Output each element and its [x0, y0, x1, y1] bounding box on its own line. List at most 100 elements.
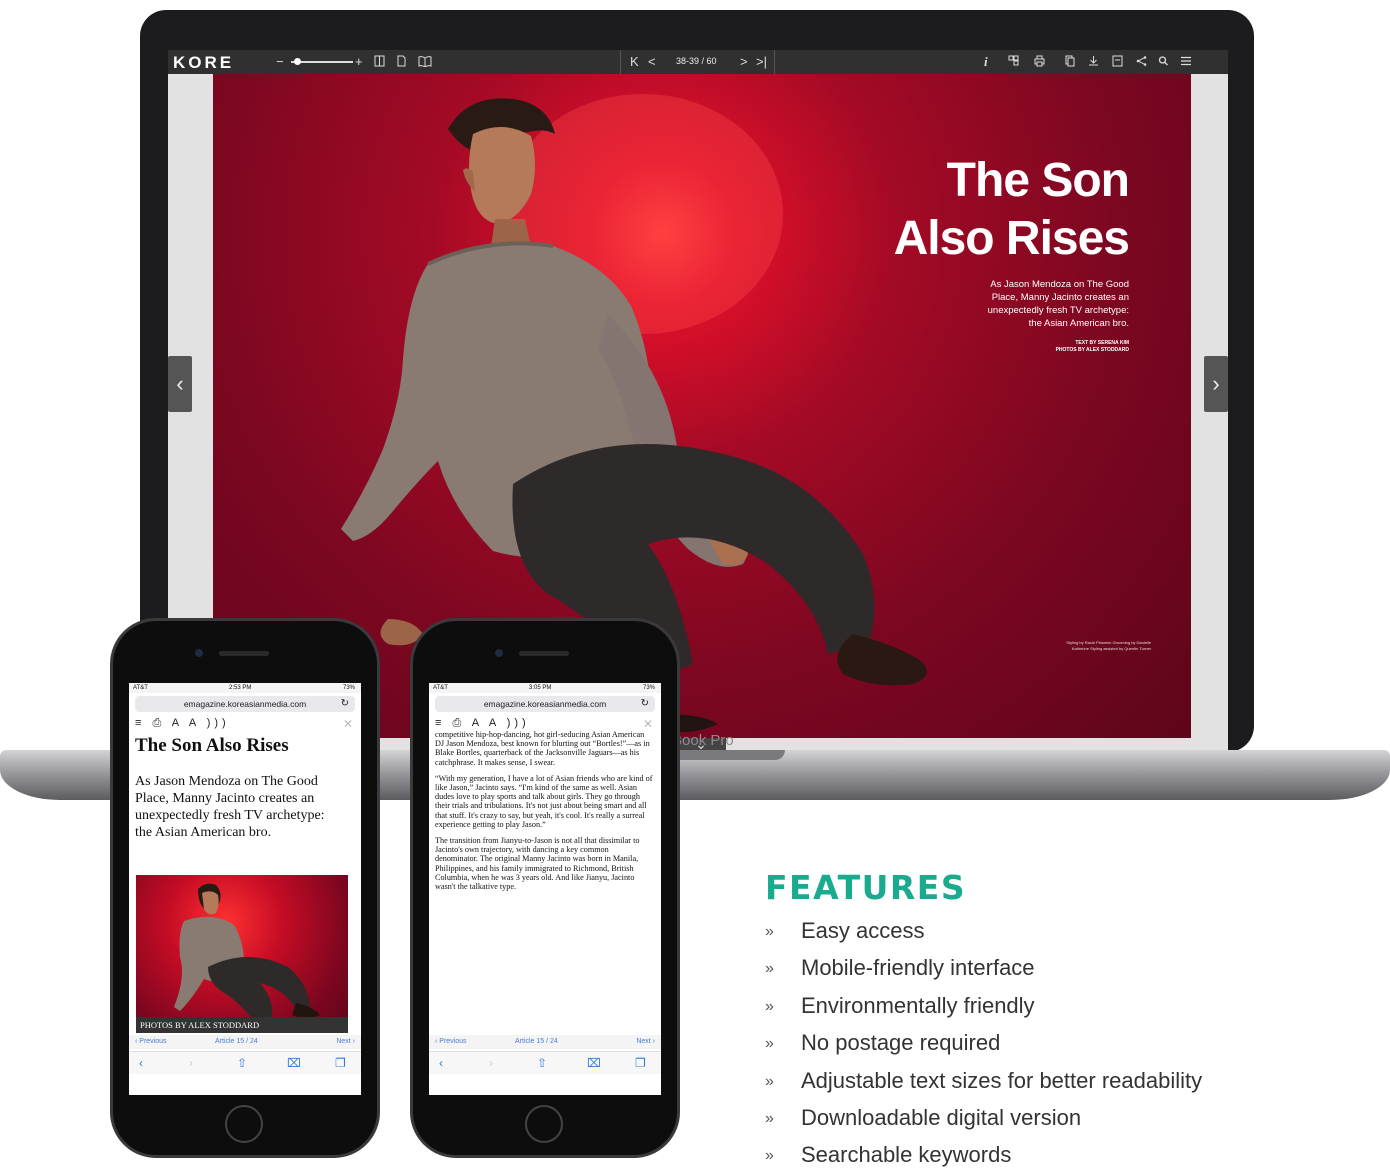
bullet-icon: » [765, 960, 774, 978]
article-navigation: ‹ Previous Article 15 / 24 Next › [429, 1035, 661, 1049]
carrier-label: AT&T [133, 685, 148, 691]
address-bar[interactable]: emagazine.koreasianmedia.com ↻ [435, 696, 655, 712]
next-page-button[interactable]: > [740, 53, 748, 71]
address-bar[interactable]: emagazine.koreasianmedia.com ↻ [135, 696, 355, 712]
bookmark-icon[interactable] [1112, 55, 1123, 67]
back-icon[interactable]: ‹ [139, 1056, 143, 1070]
bullet-icon: » [765, 923, 774, 940]
photo-credit: PHOTOS BY ALEX STODDARD [1055, 347, 1129, 353]
forward-icon[interactable]: › [489, 1056, 493, 1070]
close-icon[interactable]: ✕ [643, 717, 653, 731]
next-spread-button[interactable]: › [1204, 356, 1228, 412]
status-time: 2:53 PM [229, 685, 252, 691]
first-page-button[interactable]: K [630, 53, 639, 71]
url-text: emagazine.koreasianmedia.com [483, 699, 607, 709]
tabs-icon[interactable]: ❐ [335, 1056, 346, 1070]
next-article-link[interactable]: Next › [636, 1035, 655, 1049]
feature-item: » Environmentally friendly [765, 989, 1202, 1026]
copy-icon[interactable] [1064, 55, 1075, 67]
article-counter: Article 15 / 24 [515, 1038, 558, 1045]
phone-left: AT&T 2:53 PM 73% emagazine.koreasianmedi… [110, 618, 380, 1158]
zoom-out-button[interactable]: − [276, 53, 284, 71]
article-deck: As Jason Mendoza on The Good Place, Mann… [939, 278, 1129, 330]
forward-icon[interactable]: › [189, 1056, 193, 1070]
qr-code-icon[interactable] [1008, 55, 1019, 67]
share-icon[interactable] [1136, 55, 1147, 67]
battery-label: 73% [642, 685, 655, 691]
features-list: » Easy access » Mobile-friendly interface … [765, 914, 1202, 1176]
body-paragraph: competitive hip-hop-dancing, hot girl-se… [435, 730, 650, 767]
photo-caption: PHOTOS BY ALEX STODDARD [136, 1017, 348, 1033]
last-page-button[interactable]: >| [756, 53, 767, 71]
share-icon[interactable]: ⇧ [237, 1056, 247, 1070]
prev-page-button[interactable]: < [648, 53, 656, 71]
reader-tools[interactable]: ≡ ⎙ A A ))) [435, 717, 530, 730]
article-headline: The Son Also Rises [769, 152, 1130, 268]
deck-line: unexpectedly fresh TV archetype: [987, 305, 1129, 316]
feature-label: Downloadable digital version [801, 1104, 1082, 1130]
single-page-icon[interactable] [396, 55, 407, 67]
toolbar-divider [620, 50, 621, 74]
close-icon[interactable]: ✕ [343, 717, 353, 731]
feature-item: » No postage required [765, 1026, 1202, 1063]
tabs-icon[interactable]: ❐ [635, 1056, 646, 1070]
browser-toolbar: ‹ › ⇧ ⌧ ❐ [129, 1051, 361, 1074]
next-article-link[interactable]: Next › [336, 1035, 355, 1049]
zoom-in-button[interactable]: + [355, 53, 363, 71]
feature-item: » Searchable keywords [765, 1138, 1202, 1175]
reload-icon[interactable]: ↻ [341, 696, 349, 712]
article-credits: TEXT BY SERENA KIM PHOTOS BY ALEX STODDA… [1056, 340, 1129, 354]
double-page-icon[interactable] [418, 55, 432, 67]
previous-article-link[interactable]: ‹ Previous [135, 1035, 167, 1049]
kore-logo: KORE [173, 53, 235, 72]
home-button[interactable] [525, 1105, 563, 1143]
zoom-slider-handle[interactable] [294, 58, 301, 65]
bullet-icon: » [765, 1147, 774, 1165]
feature-label: Easy access [801, 918, 925, 943]
status-bar: AT&T 3:05 PM 73% [429, 683, 661, 693]
status-time: 3:05 PM [529, 685, 552, 691]
previous-article-link[interactable]: ‹ Previous [435, 1035, 467, 1049]
deck-line: As Jason Mendoza on The Good [990, 279, 1129, 290]
bullet-icon: » [765, 1035, 774, 1053]
bullet-icon: » [765, 1109, 774, 1127]
reader-tools[interactable]: ≡ ⎙ A A ))) [135, 717, 230, 730]
status-bar: AT&T 2:53 PM 73% [129, 683, 361, 693]
feature-item: » Easy access [765, 914, 1202, 951]
phone-screen: AT&T 2:53 PM 73% emagazine.koreasianmedi… [129, 683, 361, 1095]
feature-label: Adjustable text sizes for better readabi… [801, 1067, 1203, 1093]
article-navigation: ‹ Previous Article 15 / 24 Next › [129, 1035, 361, 1049]
search-icon[interactable] [1158, 55, 1169, 67]
body-paragraph: The transition from Jianyu-to-Jason is n… [435, 836, 640, 892]
feature-item: » Adjustable text sizes for better readab… [765, 1064, 1202, 1101]
deck-line: the Asian American bro. [1028, 318, 1129, 329]
share-icon[interactable]: ⇧ [537, 1056, 547, 1070]
battery-label: 73% [342, 685, 355, 691]
menu-icon[interactable] [1180, 55, 1192, 67]
features-heading: FEATURES [765, 868, 967, 907]
page-counter: 38-39 / 60 [676, 56, 717, 66]
article-photo: PHOTOS BY ALEX STODDARD [136, 875, 348, 1033]
back-icon[interactable]: ‹ [439, 1056, 443, 1070]
print-icon[interactable] [1034, 55, 1045, 67]
feature-label: Environmentally friendly [801, 992, 1035, 1018]
phone-camera [195, 649, 203, 657]
fit-page-icon[interactable] [374, 55, 385, 67]
deck-line: Place, Manny Jacinto creates an [991, 292, 1129, 303]
reload-icon[interactable]: ↻ [641, 696, 649, 712]
home-button[interactable] [225, 1105, 263, 1143]
feature-label: Searchable keywords [801, 1142, 1012, 1168]
browser-toolbar: ‹ › ⇧ ⌧ ❐ [429, 1051, 661, 1074]
headline-line: Also Rises [893, 212, 1130, 265]
feature-item: » Downloadable digital version [765, 1101, 1202, 1138]
headline-line: The Son [946, 154, 1130, 207]
article-body: competitive hip-hop-dancing, hot girl-se… [435, 730, 653, 898]
prev-spread-button[interactable]: ‹ [168, 356, 192, 412]
bookmarks-icon[interactable]: ⌧ [587, 1056, 601, 1070]
info-icon[interactable]: i [984, 53, 988, 71]
download-icon[interactable] [1088, 55, 1099, 67]
phone-screen: AT&T 3:05 PM 73% emagazine.koreasianmedi… [429, 683, 661, 1095]
feature-item: » Mobile-friendly interface [765, 951, 1202, 988]
bookmarks-icon[interactable]: ⌧ [287, 1056, 301, 1070]
styling-credits: Styling by Rachi Pinsmec Grooming by Dan… [1066, 640, 1151, 651]
